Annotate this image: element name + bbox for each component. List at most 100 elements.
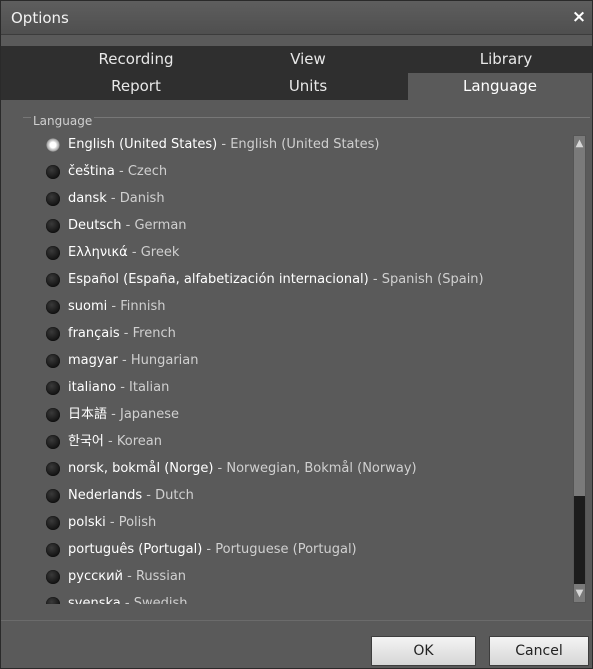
tab-library[interactable]: Library (431, 46, 581, 73)
language-separator: - (202, 542, 216, 557)
language-english-name: Hungarian (130, 353, 199, 368)
language-native-name: suomi (68, 299, 108, 314)
tab-language[interactable]: Language (408, 73, 592, 100)
radio-unchecked-icon[interactable] (46, 192, 60, 206)
language-separator: - (119, 326, 133, 341)
language-separator: - (142, 488, 156, 503)
tab-strip: Recording View Library Report Units Lang… (1, 46, 592, 100)
language-option-label: 日本語 - Japanese (68, 404, 179, 426)
tab-view[interactable]: View (233, 46, 383, 73)
language-option-label: русский - Russian (68, 566, 186, 588)
language-separator: - (105, 515, 119, 530)
language-separator: - (116, 380, 130, 395)
language-native-name: English (United States) (68, 137, 218, 152)
scroll-up-icon[interactable]: ▲ (575, 139, 584, 149)
language-english-name: German (134, 218, 187, 233)
language-native-name: polski (68, 515, 106, 530)
radio-unchecked-icon[interactable] (46, 543, 60, 557)
language-english-name: Japanese (119, 407, 180, 422)
language-native-name: magyar (68, 353, 118, 368)
language-separator: - (103, 434, 117, 449)
radio-unchecked-icon[interactable] (46, 435, 60, 449)
language-separator: - (127, 245, 141, 260)
language-native-name: français (68, 326, 120, 341)
tab-content-language: Language English (United States) - Engli… (1, 100, 592, 620)
options-dialog: Options × Recording View Library Report … (0, 0, 593, 669)
language-native-name: norsk, bokmål (Norge) (68, 461, 214, 476)
language-native-name: Español (España, alfabetización internac… (68, 272, 369, 287)
language-separator: - (368, 272, 382, 287)
language-english-name: French (132, 326, 176, 341)
language-separator: - (120, 596, 134, 604)
language-separator: - (107, 299, 121, 314)
language-native-name: svenska (68, 596, 121, 604)
radio-unchecked-icon[interactable] (46, 489, 60, 503)
radio-unchecked-icon[interactable] (46, 246, 60, 260)
language-english-name: Italian (129, 380, 170, 395)
radio-unchecked-icon[interactable] (46, 462, 60, 476)
dialog-title: Options (11, 9, 69, 27)
language-list-scrollbar[interactable]: ▲ ▼ (573, 135, 586, 603)
radio-unchecked-icon[interactable] (46, 381, 60, 395)
radio-unchecked-icon[interactable] (46, 327, 60, 341)
dialog-footer: OK Cancel (1, 620, 592, 668)
close-icon[interactable]: × (570, 7, 588, 27)
language-english-name: Spanish (Spain) (381, 272, 484, 287)
radio-unchecked-icon[interactable] (46, 354, 60, 368)
language-separator: - (114, 164, 128, 179)
language-english-name: English (United States) (230, 137, 380, 152)
language-separator: - (217, 137, 231, 152)
language-english-name: Korean (116, 434, 162, 449)
radio-unchecked-icon[interactable] (46, 165, 60, 179)
tab-units[interactable]: Units (233, 73, 383, 100)
language-option-label: 한국어 - Korean (68, 431, 162, 453)
radio-unchecked-icon[interactable] (46, 516, 60, 530)
radio-unchecked-icon[interactable] (46, 300, 60, 314)
radio-unchecked-icon[interactable] (46, 219, 60, 233)
language-option-label: polski - Polish (68, 512, 156, 534)
language-option-label: English (United States) - English (Unite… (68, 134, 379, 156)
tab-report[interactable]: Report (61, 73, 211, 100)
language-separator: - (117, 353, 131, 368)
language-option-label: magyar - Hungarian (68, 350, 199, 372)
language-separator: - (121, 218, 135, 233)
tab-recording[interactable]: Recording (61, 46, 211, 73)
language-option-label: français - French (68, 323, 176, 345)
language-option-label: Ελληνικά - Greek (68, 242, 179, 264)
language-native-name: Ελληνικά (68, 245, 128, 260)
radio-unchecked-icon[interactable] (46, 597, 60, 604)
ok-button[interactable]: OK (371, 636, 476, 666)
title-bar: Options × (1, 1, 592, 35)
language-native-name: Deutsch (68, 218, 122, 233)
language-separator: - (106, 191, 120, 206)
language-english-name: Finnish (120, 299, 166, 314)
groupbox-label: Language (31, 114, 95, 128)
cancel-button[interactable]: Cancel (489, 636, 589, 666)
language-native-name: čeština (68, 164, 115, 179)
language-english-name: Swedish (133, 596, 188, 604)
language-option-label: Deutsch - German (68, 215, 187, 237)
language-english-name: Portuguese (Portugal) (215, 542, 357, 557)
language-option-label: italiano - Italian (68, 377, 169, 399)
language-native-name: 日本語 (68, 407, 108, 422)
language-separator: - (123, 569, 136, 584)
radio-checked-icon[interactable] (46, 138, 60, 152)
language-english-name: Polish (118, 515, 157, 530)
scrollbar-thumb[interactable] (574, 496, 585, 584)
radio-unchecked-icon[interactable] (46, 273, 60, 287)
language-option-label: Español (España, alfabetización internac… (68, 269, 484, 291)
language-list: English (United States) - English (Unite… (46, 134, 566, 604)
language-option-label: Nederlands - Dutch (68, 485, 194, 507)
language-option-label: svenska - Swedish (68, 593, 187, 604)
language-option-label: čeština - Czech (68, 161, 167, 183)
scroll-down-icon[interactable]: ▼ (575, 589, 584, 599)
language-separator: - (213, 461, 227, 476)
language-english-name: Czech (127, 164, 168, 179)
radio-unchecked-icon[interactable] (46, 408, 60, 422)
language-native-name: Nederlands (68, 488, 143, 503)
language-english-name: Danish (119, 191, 165, 206)
radio-unchecked-icon[interactable] (46, 570, 60, 584)
language-option-label: dansk - Danish (68, 188, 165, 210)
language-english-name: Norwegian, Bokmål (Norway) (226, 461, 417, 476)
language-option-label: suomi - Finnish (68, 296, 165, 318)
